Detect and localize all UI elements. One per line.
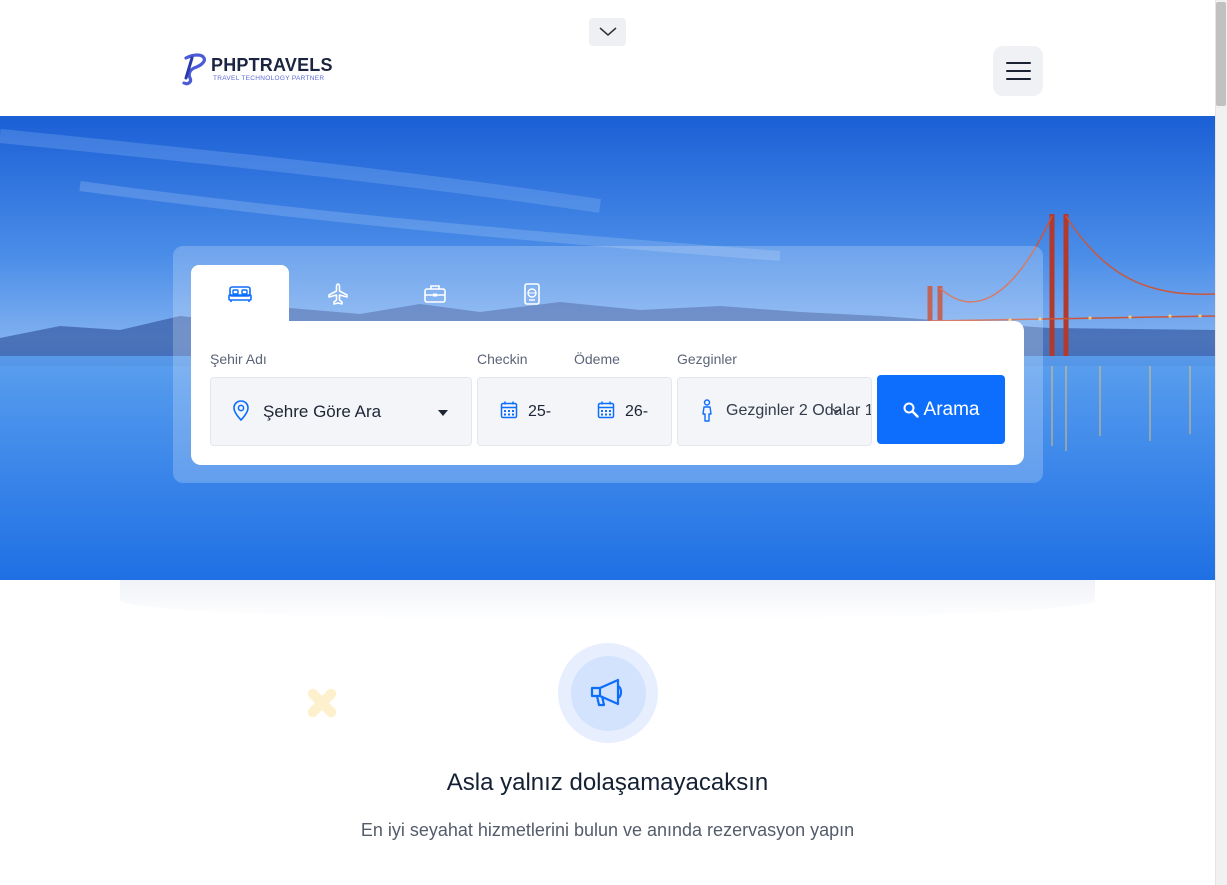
feature-subtitle: En iyi seyahat hizmetlerini bulun ve anı… (360, 820, 855, 840)
scrollbar-thumb[interactable] (1216, 2, 1226, 106)
decorative-cross-icon (307, 688, 337, 718)
checkout-label: Ödeme (574, 351, 620, 367)
tab-flights[interactable] (289, 265, 387, 323)
hamburger-menu-icon (1005, 62, 1031, 64)
location-pin-icon (233, 400, 249, 422)
travellers-label: Gezginler (677, 351, 737, 367)
site-header: PHPTRAVELS TRAVEL TECHNOLOGY PARTNER (0, 0, 1215, 116)
bed-icon (228, 286, 252, 302)
dropdown-caret-icon (438, 410, 448, 416)
city-label: Şehir Adı (210, 351, 267, 367)
search-icon (903, 402, 919, 418)
checkout-date-value: 26- (625, 403, 649, 420)
logo-tagline: TRAVEL TECHNOLOGY PARTNER (213, 75, 325, 82)
logo-mark-icon (182, 53, 206, 86)
hamburger-menu-bar (1005, 70, 1031, 72)
logo[interactable]: PHPTRAVELS TRAVEL TECHNOLOGY PARTNER (180, 52, 333, 86)
checkin-date-input[interactable]: 25- (478, 378, 575, 445)
feature-title: Asla yalnız dolaşamayacaksın (446, 769, 769, 796)
search-button-label: Arama (923, 398, 980, 420)
menu-button[interactable] (993, 46, 1043, 96)
checkin-date-value: 25- (528, 403, 552, 420)
city-select-value: Şehre Göre Ara (263, 402, 382, 421)
feature-icon-badge (558, 643, 658, 743)
collapse-toggle[interactable] (589, 18, 626, 46)
chevron-down-icon (599, 27, 616, 36)
calendar-icon (500, 401, 518, 419)
page-scrollbar[interactable] (1215, 0, 1227, 885)
date-range-field: 25- 26- (477, 377, 672, 446)
section-divider-shadow (120, 580, 1095, 620)
search-panel: Şehir Adı Şehre Göre Ara Checkin Ödeme 2… (173, 246, 1043, 483)
megaphone-icon (590, 678, 623, 707)
chevron-down-icon (832, 408, 841, 414)
briefcase-icon (424, 285, 446, 303)
feature-section: Asla yalnız dolaşamayacaksın En iyi seya… (0, 580, 1215, 885)
search-button[interactable]: Arama (877, 375, 1005, 444)
checkout-date-input[interactable]: 26- (575, 378, 672, 445)
page: PHPTRAVELS TRAVEL TECHNOLOGY PARTNER Şeh… (0, 0, 1227, 885)
tab-tours[interactable] (386, 265, 484, 323)
passport-icon (524, 283, 540, 305)
travellers-value: Gezginler 2 Odalar 1 (726, 402, 872, 419)
city-select[interactable]: Şehre Göre Ara (210, 377, 472, 446)
feature-icon-badge-inner (570, 655, 646, 731)
travellers-dropdown[interactable]: Gezginler 2 Odalar 1 (677, 377, 872, 446)
airplane-icon (328, 283, 348, 305)
person-icon (702, 399, 712, 422)
calendar-icon (597, 401, 615, 419)
checkin-label: Checkin (477, 351, 528, 367)
tab-hotels[interactable] (191, 265, 289, 323)
hero-banner: Şehir Adı Şehre Göre Ara Checkin Ödeme 2… (0, 116, 1215, 580)
logo-name: PHPTRAVELS (211, 55, 333, 75)
hamburger-menu-bar (1005, 78, 1031, 80)
tab-visa[interactable] (483, 265, 581, 323)
hotel-search-form: Şehir Adı Şehre Göre Ara Checkin Ödeme 2… (191, 321, 1024, 465)
